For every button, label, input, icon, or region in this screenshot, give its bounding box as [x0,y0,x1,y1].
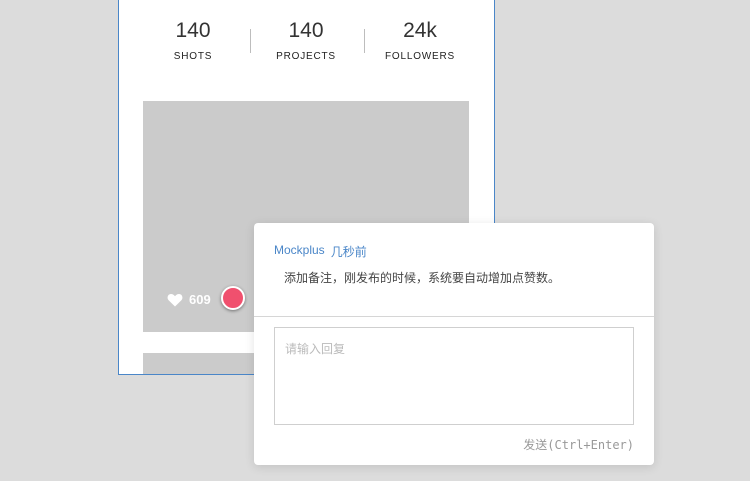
comment-time: 几秒前 [330,245,367,259]
comment-text: 添加备注，刚发布的时候，系统要自动增加点赞数。 [284,271,561,285]
stat-value: 24k [403,19,437,42]
stat-projects[interactable]: 140 PROJECTS [251,19,361,62]
reply-input[interactable] [274,327,634,425]
stat-value: 140 [175,19,211,42]
comment-marker[interactable] [221,286,245,310]
stat-value: 140 [288,19,324,42]
heart-icon [167,293,183,307]
send-button[interactable]: 发送(Ctrl+Enter) [523,436,634,453]
comment-popup: Mockplus 几秒前 添加备注，刚发布的时候，系统要自动增加点赞数。 发送(… [254,223,654,465]
stats-bar: 140 SHOTS 140 PROJECTS 24k FOLLOWERS [119,0,494,79]
comment-author[interactable]: Mockplus [274,243,325,260]
stat-label: PROJECTS [276,51,336,62]
comment-header: Mockplus 几秒前 [274,243,367,260]
like-counter[interactable]: 609 [167,292,211,307]
stat-followers[interactable]: 24k FOLLOWERS [365,19,475,62]
like-count: 609 [189,292,211,307]
stat-label: SHOTS [173,51,213,62]
stat-label: FOLLOWERS [385,51,455,62]
divider [254,316,654,317]
stat-shots[interactable]: 140 SHOTS [138,19,248,62]
